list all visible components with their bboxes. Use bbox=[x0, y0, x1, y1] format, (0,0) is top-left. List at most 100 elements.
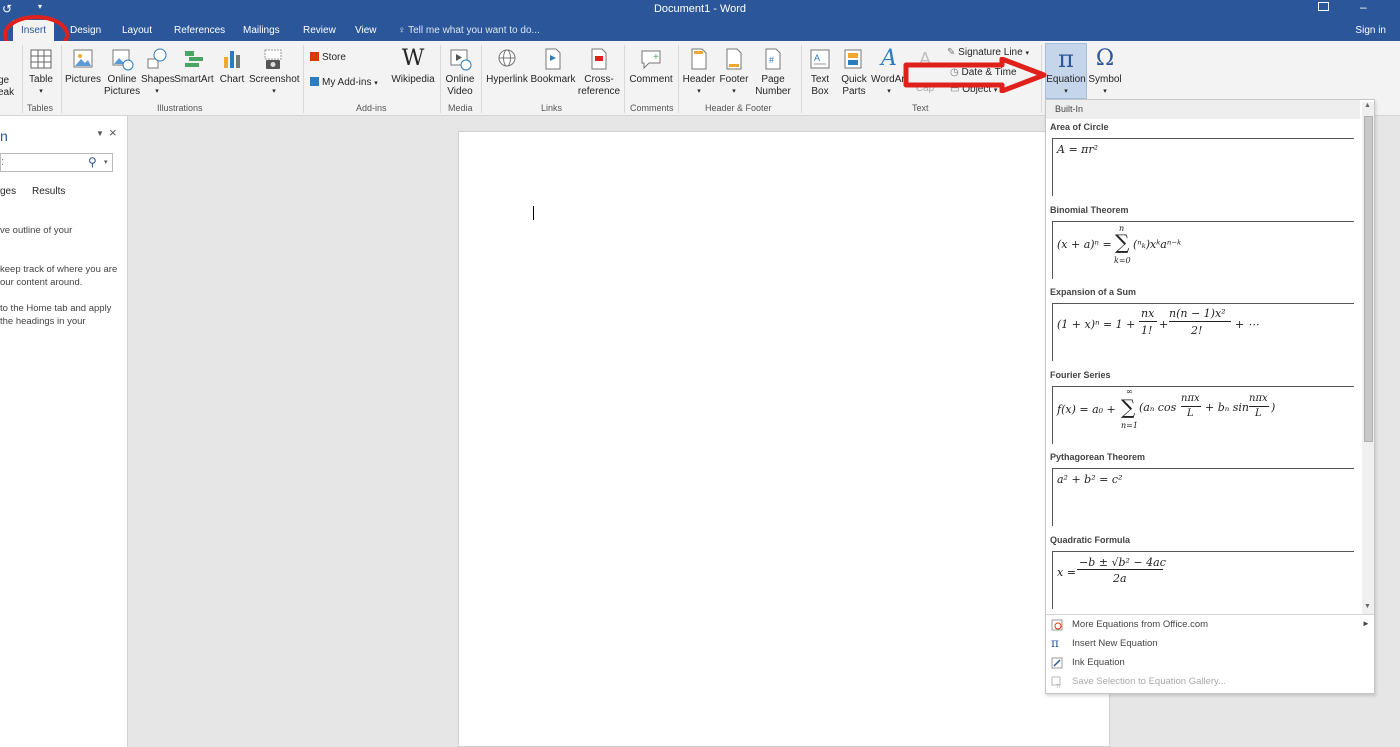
save-selection-menu-item: π Save Selection to Equation Gallery... bbox=[1046, 673, 1374, 692]
sign-in-link[interactable]: Sign in bbox=[1355, 25, 1386, 36]
cross-reference-button[interactable]: Cross- reference bbox=[577, 47, 621, 98]
text-box-button[interactable]: A Text Box bbox=[804, 47, 836, 98]
equation-fourier-series[interactable]: f(x) = a₀ + ∞ ∑ n=1 (aₙ cos nπx L + bₙ s… bbox=[1052, 386, 1354, 444]
search-input-text: : bbox=[1, 156, 5, 168]
text-cursor bbox=[533, 206, 534, 220]
online-video-label-1: Online bbox=[445, 74, 475, 85]
nav-help-line-4: to the Home tab and apply bbox=[0, 303, 112, 314]
tell-me-box[interactable]: ♀ Tell me what you want to do... bbox=[398, 25, 540, 36]
equation-binomial-theorem[interactable]: (x + a)ⁿ = n ∑ k=0 (ⁿₖ)xᵏaⁿ⁻ᵏ bbox=[1052, 221, 1354, 279]
hyperlink-button[interactable]: Hyperlink bbox=[485, 47, 529, 86]
chart-button[interactable]: Chart bbox=[218, 47, 246, 86]
pi-icon: π bbox=[1051, 636, 1059, 650]
header-button[interactable]: Header ▾ bbox=[681, 47, 717, 98]
more-equations-label: More Equations from Office.com bbox=[1072, 619, 1209, 630]
bookmark-button[interactable]: Bookmark bbox=[530, 47, 576, 86]
document-page[interactable] bbox=[458, 131, 1110, 747]
online-pictures-label-2: Pictures bbox=[104, 86, 141, 97]
search-icon[interactable]: ⚲ bbox=[88, 155, 97, 169]
submenu-arrow-icon: ► bbox=[1362, 619, 1370, 628]
save-selection-label: Save Selection to Equation Gallery... bbox=[1072, 676, 1227, 687]
header-icon bbox=[691, 48, 707, 70]
omega-icon: Ω bbox=[1095, 46, 1115, 71]
hyperlink-icon bbox=[498, 49, 516, 67]
comment-button[interactable]: + Comment bbox=[627, 47, 675, 86]
wikipedia-button[interactable]: W Wikipedia bbox=[391, 47, 435, 86]
store-label: Store bbox=[322, 52, 346, 63]
group-media: Media bbox=[448, 103, 473, 113]
tab-view[interactable]: View bbox=[355, 25, 377, 36]
store-button[interactable]: Store bbox=[310, 52, 346, 63]
equation-expansion-of-a-sum[interactable]: (1 + x)ⁿ = 1 + nx 1! + n(n − 1)x² 2! + ⋯ bbox=[1052, 303, 1354, 361]
search-dropdown-icon[interactable]: ▾ bbox=[104, 158, 108, 166]
symbol-label: Symbol bbox=[1088, 74, 1122, 85]
ink-equation-label: Ink Equation bbox=[1072, 657, 1125, 668]
group-comments: Comments bbox=[630, 103, 674, 113]
tab-mailings[interactable]: Mailings bbox=[243, 25, 280, 36]
scrollbar-thumb[interactable] bbox=[1364, 116, 1373, 442]
equation-gallery: Built-In Area of Circle A = πr² Binomial… bbox=[1045, 99, 1375, 694]
page-break-button[interactable]: ge eak bbox=[0, 75, 14, 99]
nav-help-line-2: keep track of where you are bbox=[0, 264, 118, 275]
equation-title: Pythagorean Theorem bbox=[1050, 452, 1146, 462]
tab-review[interactable]: Review bbox=[303, 25, 336, 36]
online-video-button[interactable]: Online Video bbox=[443, 47, 477, 98]
screenshot-button[interactable]: Screenshot ▾ bbox=[249, 47, 300, 98]
equation-title: Area of Circle bbox=[1050, 122, 1109, 132]
pane-options-icon[interactable]: ▼ bbox=[96, 129, 104, 138]
equation-quadratic-formula[interactable]: x = −b ± √b² − 4ac 2a bbox=[1052, 551, 1354, 609]
close-icon[interactable]: × bbox=[109, 125, 117, 140]
quick-parts-button[interactable]: Quick Parts bbox=[837, 47, 871, 98]
footer-button[interactable]: Footer ▾ bbox=[717, 47, 751, 98]
equation-title: Quadratic Formula bbox=[1050, 535, 1131, 545]
window-title: Document1 - Word bbox=[653, 3, 747, 15]
minimize-icon[interactable]: – bbox=[1360, 0, 1367, 14]
wordart-icon: A bbox=[881, 46, 897, 71]
tab-design[interactable]: Design bbox=[70, 25, 101, 36]
footer-icon bbox=[726, 48, 742, 70]
quick-parts-label-1: Quick bbox=[841, 74, 867, 85]
page-number-button[interactable]: # Page Number bbox=[751, 47, 795, 98]
wikipedia-label: Wikipedia bbox=[391, 74, 435, 85]
scroll-down-icon[interactable]: ▼ bbox=[1364, 603, 1371, 610]
group-addins: Add-ins bbox=[356, 103, 387, 113]
cross-reference-label-2: reference bbox=[577, 86, 621, 97]
ribbon-display-options-icon[interactable] bbox=[1318, 2, 1329, 11]
group-links: Links bbox=[541, 103, 563, 113]
equation-label: Equation bbox=[1046, 74, 1086, 85]
bookmark-label: Bookmark bbox=[530, 74, 576, 85]
save-equation-icon: π bbox=[1051, 676, 1061, 688]
table-button[interactable]: Table ▾ bbox=[27, 47, 55, 98]
online-pictures-button[interactable]: Online Pictures bbox=[104, 47, 140, 98]
office-globe-icon bbox=[1051, 619, 1063, 631]
tab-results[interactable]: Results bbox=[32, 186, 65, 197]
equation-area-of-circle[interactable]: A = πr² bbox=[1052, 138, 1354, 196]
equation-button[interactable]: π Equation ▾ bbox=[1045, 43, 1087, 99]
smartart-button[interactable]: SmartArt bbox=[174, 47, 214, 86]
store-icon bbox=[310, 52, 319, 61]
pictures-button[interactable]: Pictures bbox=[64, 47, 102, 86]
tab-pages[interactable]: ges bbox=[0, 186, 16, 197]
symbol-button[interactable]: Ω Symbol ▾ bbox=[1087, 47, 1123, 98]
insert-new-equation-menu-item[interactable]: π Insert New Equation bbox=[1046, 635, 1374, 654]
pi-icon: π bbox=[1058, 45, 1074, 73]
table-label: Table bbox=[29, 74, 53, 85]
ink-equation-menu-item[interactable]: Ink Equation bbox=[1046, 654, 1374, 673]
scroll-up-icon[interactable]: ▲ bbox=[1364, 102, 1371, 109]
equation-pythagorean-theorem[interactable]: a² + b² = c² bbox=[1052, 468, 1354, 526]
hyperlink-label: Hyperlink bbox=[486, 74, 528, 85]
search-document-input[interactable]: : ⚲ ▾ bbox=[0, 153, 113, 172]
pictures-label: Pictures bbox=[64, 74, 102, 85]
svg-text:#: # bbox=[769, 55, 774, 65]
more-equations-menu-item[interactable]: More Equations from Office.com ► bbox=[1046, 616, 1374, 635]
insert-new-equation-label: Insert New Equation bbox=[1072, 638, 1158, 649]
smartart-label: SmartArt bbox=[174, 74, 214, 85]
my-addins-button[interactable]: My Add-ins ▾ bbox=[310, 77, 378, 88]
tab-layout[interactable]: Layout bbox=[122, 25, 152, 36]
tab-references[interactable]: References bbox=[174, 25, 225, 36]
gallery-scrollbar[interactable]: ▲ ▼ bbox=[1362, 102, 1374, 614]
page-number-icon: # bbox=[765, 48, 781, 70]
shapes-icon bbox=[147, 48, 167, 69]
shapes-button[interactable]: Shapes ▾ bbox=[141, 47, 175, 98]
text-box-label-2: Box bbox=[811, 86, 829, 97]
